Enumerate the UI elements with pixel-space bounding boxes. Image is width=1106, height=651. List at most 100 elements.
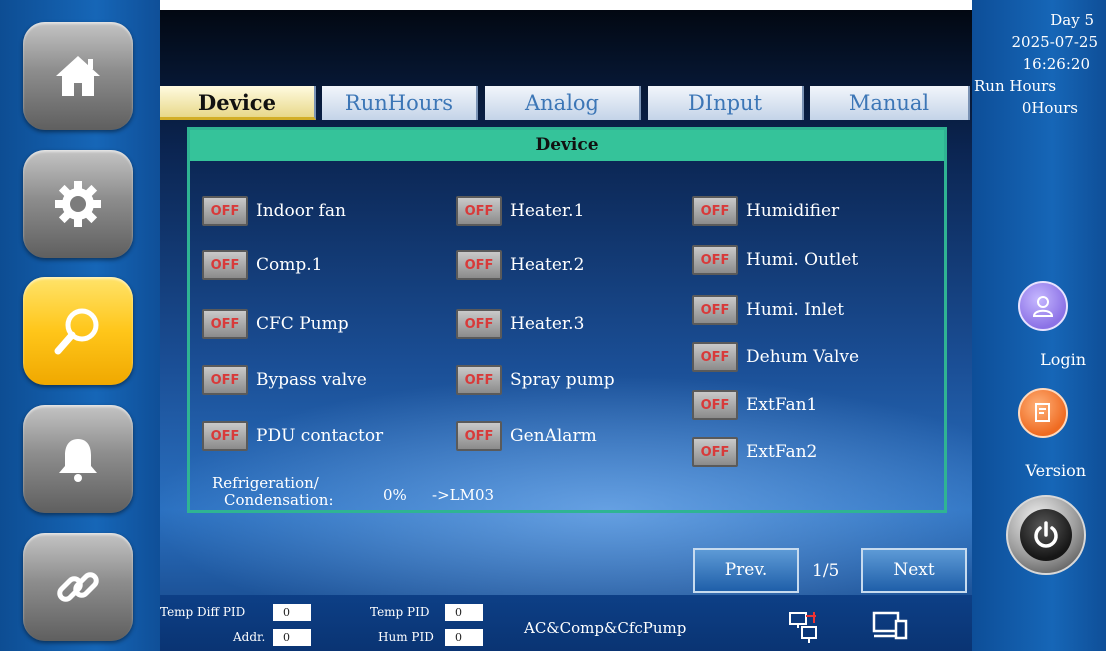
comp1-toggle[interactable]: OFF: [202, 250, 248, 280]
device-heater3: OFF Heater.3: [456, 309, 584, 339]
humidifier-toggle[interactable]: OFF: [692, 196, 738, 226]
device-cfc-pump: OFF CFC Pump: [202, 309, 349, 339]
device-panel: Device OFF Indoor fan OFF Comp.1 OFF CFC…: [187, 127, 947, 513]
current-time: 16:26:20: [1022, 55, 1090, 73]
device-label: Comp.1: [256, 255, 323, 275]
login-button[interactable]: [1018, 281, 1068, 331]
device-label: Heater.1: [510, 201, 585, 221]
cfc-pump-toggle[interactable]: OFF: [202, 309, 248, 339]
mode-text: AC&Comp&CfcPump: [524, 619, 687, 637]
page-indicator: 1/5: [812, 561, 840, 581]
current-date: 2025-07-25: [1011, 33, 1098, 51]
extfan1-toggle[interactable]: OFF: [692, 390, 738, 420]
device-bypass-valve: OFF Bypass valve: [202, 365, 367, 395]
device-label: Humidifier: [746, 201, 840, 221]
run-hours-value: 0Hours: [1021, 99, 1078, 117]
refrigeration-label: Refrigeration/ Condensation:: [212, 475, 334, 509]
right-status-rail: Day 5 2025-07-25 16:26:20 Run Hours 0Hou…: [972, 0, 1106, 651]
search-button[interactable]: [23, 277, 133, 385]
heater1-toggle[interactable]: OFF: [456, 196, 502, 226]
refrigeration-label-line2: Condensation:: [224, 491, 334, 509]
search-icon: [54, 308, 99, 355]
heater3-toggle[interactable]: OFF: [456, 309, 502, 339]
tab-device[interactable]: Device: [160, 86, 316, 120]
link-button[interactable]: [23, 533, 133, 641]
hum-pid-field[interactable]: 0: [445, 629, 483, 646]
device-comp1: OFF Comp.1: [202, 250, 322, 280]
hum-pid-label: Hum PID: [378, 630, 434, 644]
device-label: CFC Pump: [256, 314, 349, 334]
device-label: Spray pump: [510, 370, 615, 390]
power-button[interactable]: [1006, 495, 1086, 575]
left-nav-rail: [0, 0, 160, 651]
tab-analog[interactable]: Analog: [485, 86, 641, 120]
extfan2-toggle[interactable]: OFF: [692, 437, 738, 467]
home-icon: [56, 56, 100, 96]
panel-title: Device: [190, 130, 944, 161]
device-label: ExtFan2: [746, 442, 818, 462]
device-genalarm: OFF GenAlarm: [456, 421, 597, 451]
genalarm-toggle[interactable]: OFF: [456, 421, 502, 451]
temp-diff-pid-label: Temp Diff PID: [160, 605, 246, 619]
gear-icon: [55, 181, 101, 227]
bell-icon: [59, 439, 97, 482]
tab-runhours[interactable]: RunHours: [322, 86, 478, 120]
device-label: Humi. Inlet: [746, 300, 845, 320]
settings-button[interactable]: [23, 150, 133, 258]
device-label: Bypass valve: [256, 370, 367, 390]
device-extfan1: OFF ExtFan1: [692, 390, 817, 420]
device-label: Heater.2: [510, 255, 585, 275]
device-humi-inlet: OFF Humi. Inlet: [692, 295, 844, 325]
refrigeration-value: 0%: [383, 486, 407, 504]
dehum-valve-toggle[interactable]: OFF: [692, 342, 738, 372]
next-button[interactable]: Next: [861, 548, 967, 593]
refrigeration-label-line1: Refrigeration/: [212, 474, 319, 492]
refrigeration-target: ->LM03: [432, 486, 495, 504]
link-icon: [57, 572, 99, 602]
devices-icon: [872, 611, 908, 640]
spray-pump-toggle[interactable]: OFF: [456, 365, 502, 395]
temp-pid-field[interactable]: 0: [445, 604, 483, 621]
home-button[interactable]: [23, 22, 133, 130]
humi-inlet-toggle[interactable]: OFF: [692, 295, 738, 325]
device-extfan2: OFF ExtFan2: [692, 437, 817, 467]
network-disconnected-icon: [789, 612, 817, 643]
device-heater1: OFF Heater.1: [456, 196, 584, 226]
bypass-valve-toggle[interactable]: OFF: [202, 365, 248, 395]
temp-diff-pid-field[interactable]: 0: [273, 604, 311, 621]
device-label: PDU contactor: [256, 426, 384, 446]
power-icon: [1034, 521, 1058, 548]
alarm-button[interactable]: [23, 405, 133, 513]
device-pdu-contactor: OFF PDU contactor: [202, 421, 383, 451]
tab-manual[interactable]: Manual: [810, 86, 970, 120]
pdu-contactor-toggle[interactable]: OFF: [202, 421, 248, 451]
tab-bar: Device RunHours Analog DInput Manual: [160, 86, 972, 120]
device-humi-outlet: OFF Humi. Outlet: [692, 245, 858, 275]
indoor-fan-toggle[interactable]: OFF: [202, 196, 248, 226]
device-heater2: OFF Heater.2: [456, 250, 584, 280]
heater2-toggle[interactable]: OFF: [456, 250, 502, 280]
bottom-status-bar: Temp Diff PID 0 Addr. 0 Temp PID 0 Hum P…: [160, 595, 972, 651]
device-dehum-valve: OFF Dehum Valve: [692, 342, 859, 372]
tab-dinput[interactable]: DInput: [648, 86, 804, 120]
device-spray-pump: OFF Spray pump: [456, 365, 615, 395]
device-label: Dehum Valve: [746, 347, 860, 367]
addr-label: Addr.: [233, 630, 266, 644]
device-label: Indoor fan: [256, 201, 346, 221]
document-icon: [1035, 403, 1050, 422]
device-label: GenAlarm: [510, 426, 597, 446]
addr-field[interactable]: 0: [273, 629, 311, 646]
device-humidifier: OFF Humidifier: [692, 196, 839, 226]
login-label: Login: [1040, 350, 1086, 369]
prev-button[interactable]: Prev.: [693, 548, 799, 593]
day-counter: Day 5: [1050, 11, 1094, 29]
device-indoor-fan: OFF Indoor fan: [202, 196, 346, 226]
temp-pid-label: Temp PID: [370, 605, 430, 619]
user-icon: [1032, 296, 1054, 317]
version-button[interactable]: [1018, 388, 1068, 438]
run-hours-label: Run Hours: [974, 77, 1057, 95]
power-button-face: [1020, 509, 1072, 561]
device-label: Humi. Outlet: [746, 250, 859, 270]
humi-outlet-toggle[interactable]: OFF: [692, 245, 738, 275]
device-label: Heater.3: [510, 314, 585, 334]
